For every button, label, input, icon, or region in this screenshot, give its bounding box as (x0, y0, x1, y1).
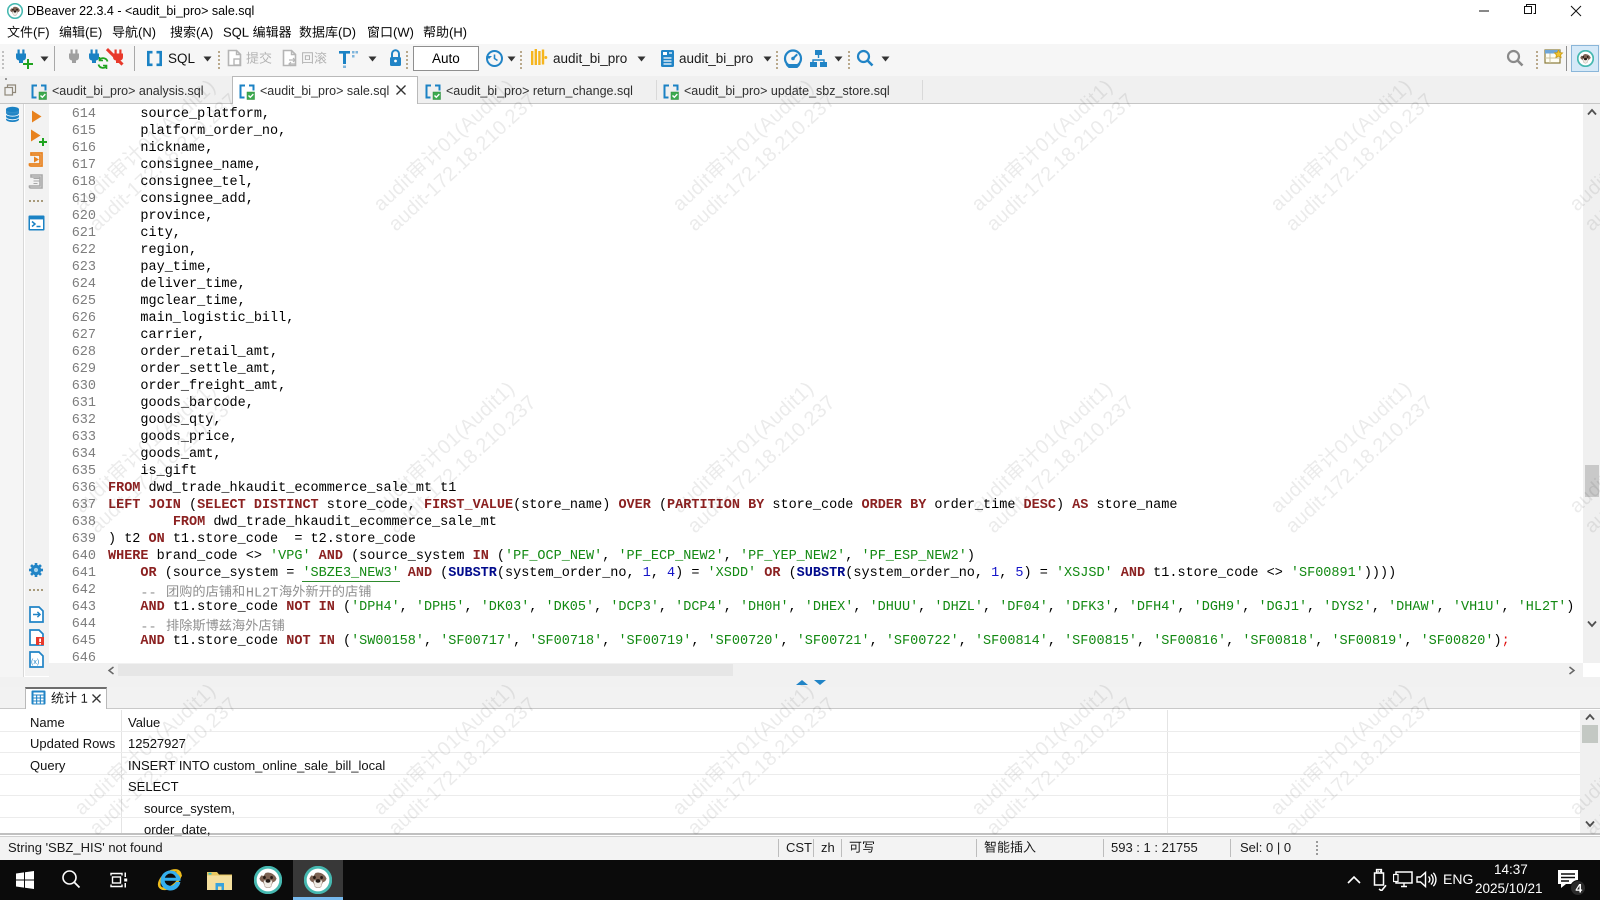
svg-text:4: 4 (1576, 882, 1583, 896)
svg-text:(x): (x) (31, 659, 39, 666)
